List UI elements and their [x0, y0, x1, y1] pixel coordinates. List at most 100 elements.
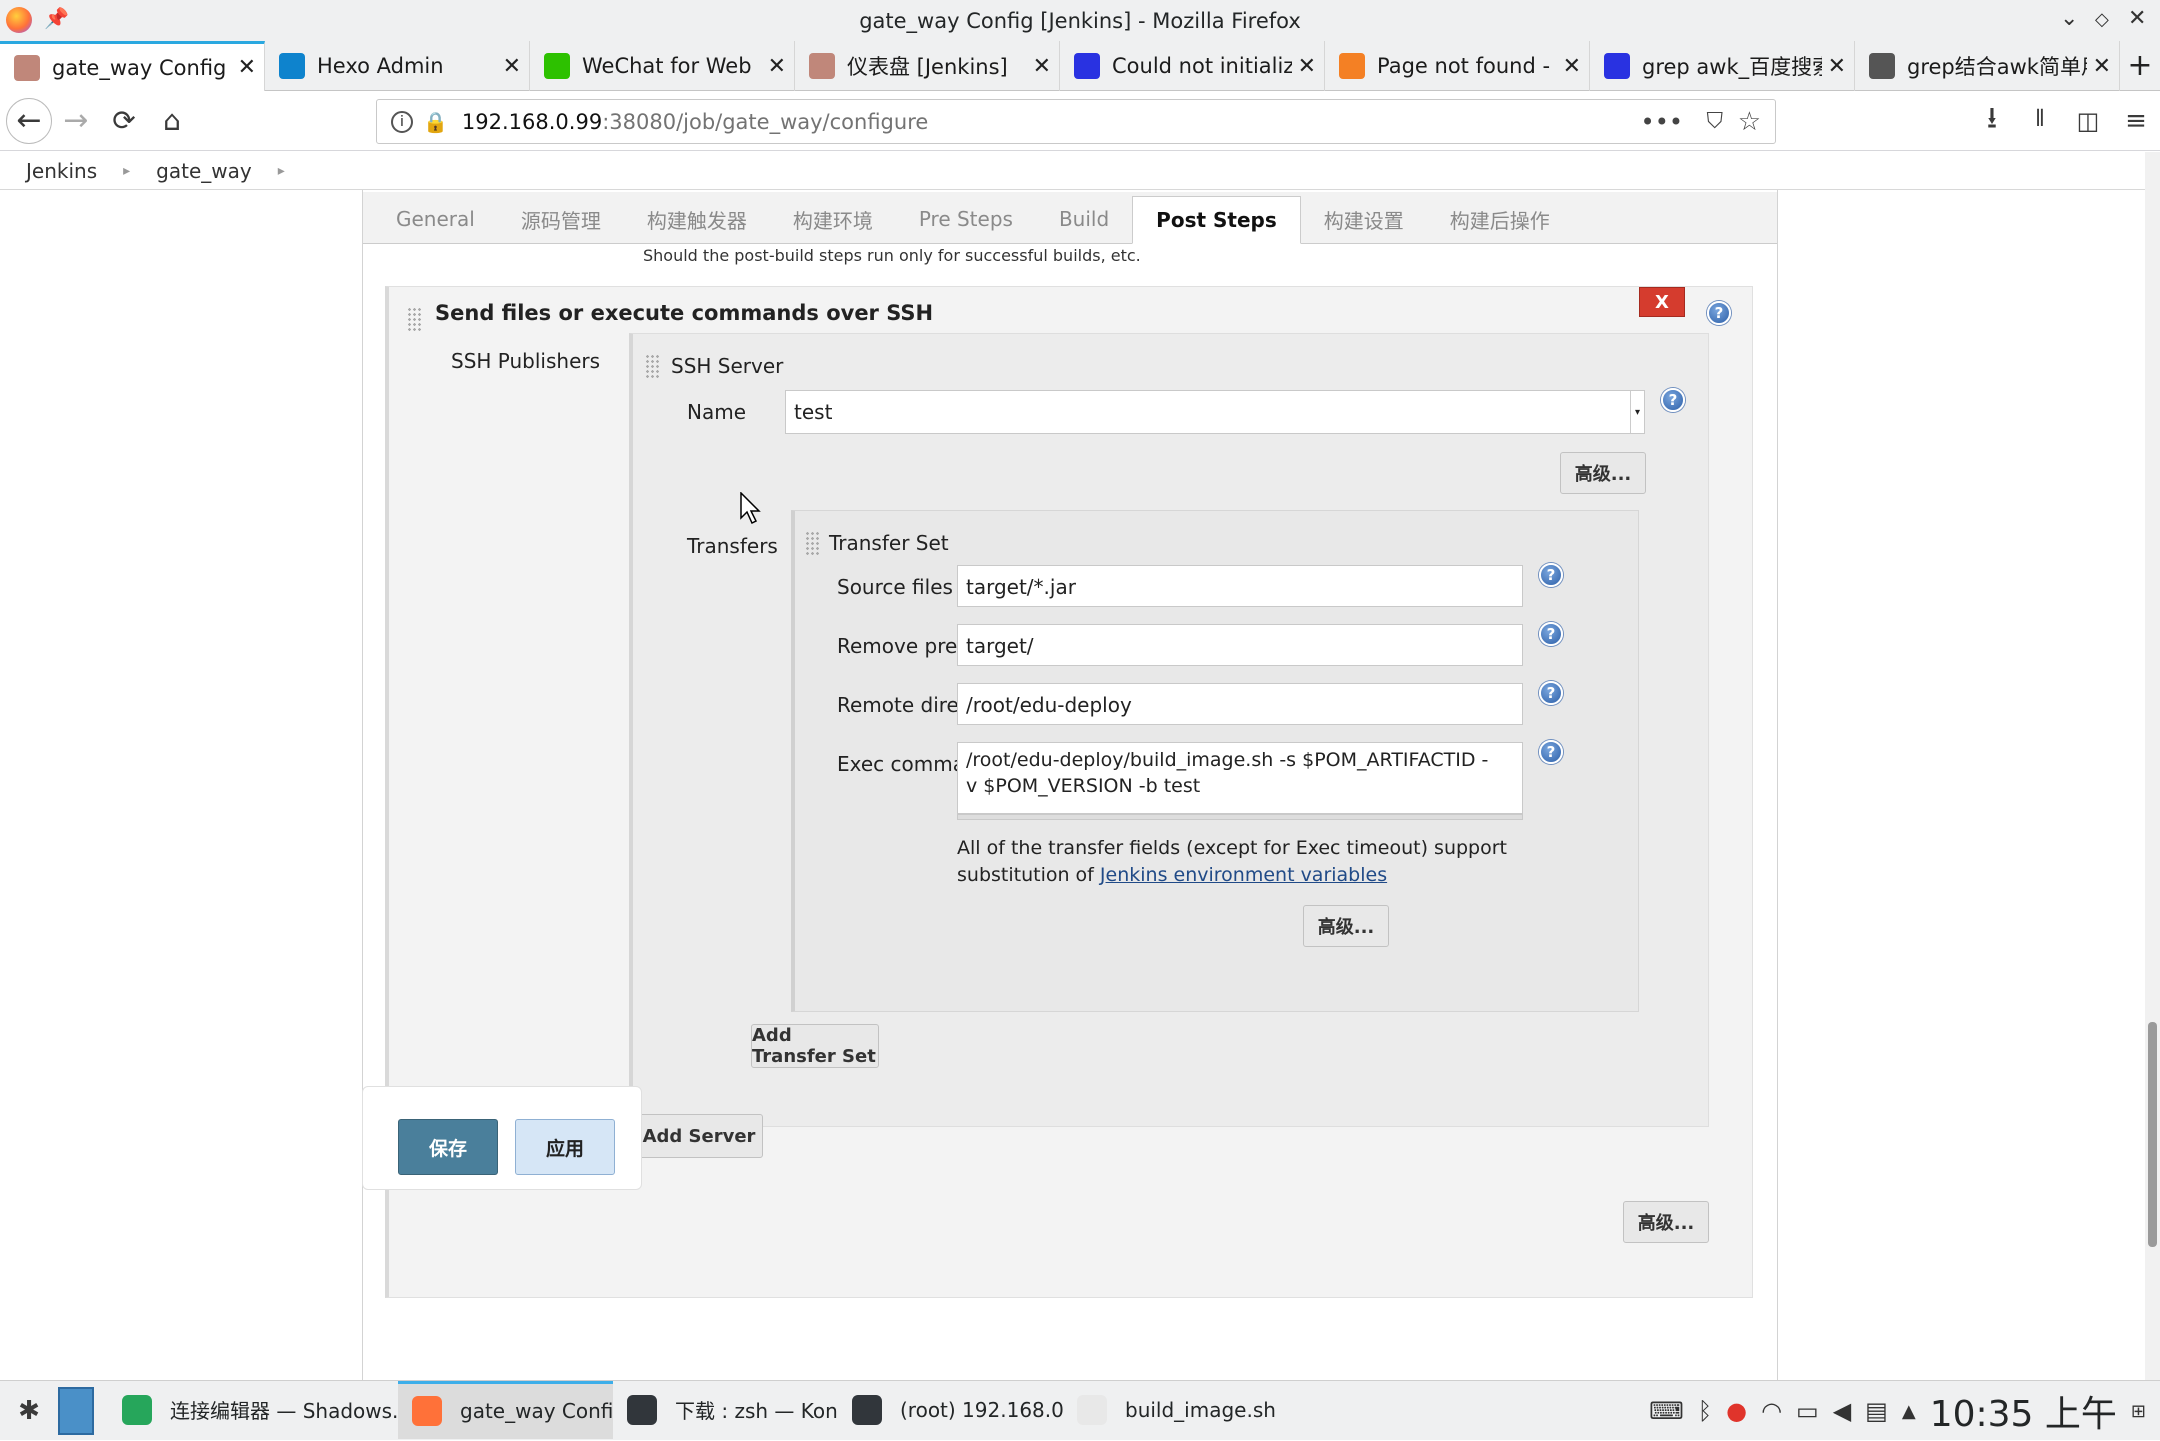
downloads-icon[interactable]: ⭳ [1968, 97, 2016, 145]
tab-close-icon[interactable]: ✕ [768, 54, 786, 79]
config-tab[interactable]: 源码管理 [498, 195, 624, 243]
battery-icon[interactable]: ▭ [1796, 1397, 1819, 1425]
config-tab[interactable]: General [373, 195, 498, 243]
browser-tab-label: Hexo Admin [317, 54, 444, 78]
taskbar-app-icon [1077, 1394, 1107, 1425]
taskbar-item[interactable]: build_image.sh — Kate [1063, 1381, 1283, 1439]
taskbar-item-label: 连接编辑器 — Shadows... [170, 1399, 398, 1423]
drag-handle-icon[interactable] [407, 307, 421, 333]
textarea-resize-handle[interactable] [957, 814, 1523, 820]
back-icon[interactable]: ← [6, 97, 52, 144]
add-transfer-set-button[interactable]: Add Transfer Set [751, 1024, 879, 1068]
config-tab[interactable]: 构建后操作 [1427, 195, 1573, 243]
breadcrumb-jenkins[interactable]: Jenkins [26, 159, 97, 183]
tray-expand-icon[interactable]: ▲ [1902, 1401, 1916, 1422]
new-tab-icon[interactable]: + [2120, 41, 2160, 90]
taskbar-item[interactable]: 连接编辑器 — Shadows... [108, 1381, 398, 1439]
system-tray: ⌨ ᛒ ● ◠ ▭ ◀ ▤ ▲ 10:35 上午 ⊞ [1649, 1381, 2160, 1441]
config-tab[interactable]: 构建触发器 [624, 195, 770, 243]
pocket-icon[interactable]: ⛉ [1706, 109, 1723, 134]
taskbar-item[interactable]: gate_way Config [Jenki... [398, 1380, 613, 1439]
taskbar-item-label: 下载 : zsh — Konsole [675, 1399, 838, 1423]
advanced-button[interactable]: 高级... [1560, 452, 1646, 494]
tab-close-icon[interactable]: ✕ [503, 54, 521, 79]
forward-icon[interactable]: → [52, 97, 100, 145]
browser-tab[interactable]: grep结合awk简单用 ✕ [1855, 41, 2120, 91]
browser-tab[interactable]: 仪表盘 [Jenkins] ✕ [795, 41, 1060, 91]
breadcrumb-job[interactable]: gate_way [156, 159, 252, 183]
remote-directory-input[interactable]: /root/edu-deploy [957, 683, 1523, 725]
bookmark-star-icon[interactable]: ☆ [1738, 107, 1761, 137]
desktop-pager-icon[interactable] [58, 1386, 94, 1435]
tab-close-icon[interactable]: ✕ [238, 55, 256, 80]
window-close-icon[interactable]: ✕ [2128, 6, 2146, 31]
library-icon[interactable]: 𝍪 [2016, 97, 2064, 145]
show-desktop-icon[interactable]: ⊞ [2131, 1401, 2146, 1422]
tab-close-icon[interactable]: ✕ [1033, 54, 1051, 79]
breadcrumb-arrow-icon[interactable]: ▸ [123, 163, 130, 179]
volume-icon[interactable]: ◀ [1833, 1397, 1851, 1425]
reload-icon[interactable]: ⟳ [100, 97, 148, 145]
browser-tab[interactable]: Could not initialize ✕ [1060, 41, 1325, 91]
delete-step-button[interactable]: X [1639, 287, 1685, 317]
help-icon[interactable]: ? [1539, 681, 1563, 705]
taskbar-item[interactable]: 下载 : zsh — Konsole [613, 1381, 838, 1439]
config-tab[interactable]: Build [1036, 195, 1132, 243]
config-tab[interactable]: Pre Steps [896, 195, 1036, 243]
save-button[interactable]: 保存 [398, 1119, 498, 1175]
taskbar-item[interactable]: (root) 192.168.0.99 — K... [838, 1381, 1063, 1439]
remove-prefix-input[interactable]: target/ [957, 624, 1523, 666]
tab-close-icon[interactable]: ✕ [1563, 54, 1581, 79]
config-tab[interactable]: 构建设置 [1301, 195, 1427, 243]
browser-tab[interactable]: gate_way Config [Jenkins]✕ [0, 41, 265, 91]
env-vars-link[interactable]: Jenkins environment variables [1100, 864, 1387, 886]
ssh-server-title: SSH Server [671, 354, 784, 378]
dropdown-arrow-icon[interactable]: ▾ [1630, 391, 1644, 433]
config-tab[interactable]: Post Steps [1132, 196, 1301, 244]
help-icon[interactable]: ? [1539, 622, 1563, 646]
add-server-button[interactable]: Add Server [635, 1114, 763, 1158]
sidebar-icon[interactable]: ◫ [2064, 97, 2112, 145]
minimize-icon[interactable]: ⌄ [2060, 6, 2078, 31]
help-icon[interactable]: ? [1707, 301, 1731, 325]
page-actions-icon[interactable]: ••• [1641, 108, 1683, 136]
app-launcher-icon[interactable]: ✱ [4, 1387, 54, 1435]
home-icon[interactable]: ⌂ [148, 97, 196, 145]
maximize-icon[interactable]: ◇ [2095, 9, 2109, 30]
apply-button[interactable]: 应用 [515, 1119, 615, 1175]
clipboard-icon[interactable]: ▤ [1865, 1397, 1888, 1425]
menu-icon[interactable]: ≡ [2112, 97, 2160, 145]
source-files-input[interactable]: target/*.jar [957, 565, 1523, 607]
bluetooth-icon[interactable]: ᛒ [1698, 1397, 1712, 1425]
page-scrollbar[interactable] [2145, 152, 2160, 1380]
help-icon[interactable]: ? [1539, 563, 1563, 587]
scrollbar-thumb[interactable] [2148, 1022, 2157, 1247]
keyboard-icon[interactable]: ⌨ [1649, 1397, 1684, 1425]
browser-tab[interactable]: WeChat for Web ✕ [530, 41, 795, 91]
server-name-select[interactable]: test ▾ [785, 390, 1645, 434]
browser-tab[interactable]: Page not found - St✕ [1325, 41, 1590, 91]
drag-handle-icon[interactable] [805, 531, 819, 557]
browser-tab[interactable]: grep awk_百度搜索 ✕ [1590, 41, 1855, 91]
tab-close-icon[interactable]: ✕ [1298, 54, 1316, 79]
help-icon[interactable]: ? [1539, 740, 1563, 764]
insecure-lock-icon: 🔒 [423, 109, 448, 134]
config-tab[interactable]: 构建环境 [770, 195, 896, 243]
wifi-icon[interactable]: ◠ [1761, 1397, 1782, 1425]
transfer-advanced-button[interactable]: 高级... [1303, 905, 1389, 947]
drag-handle-icon[interactable] [645, 354, 659, 380]
exec-command-textarea[interactable]: /root/edu-deploy/build_image.sh -s $POM_… [957, 742, 1523, 814]
tab-close-icon[interactable]: ✕ [2093, 54, 2111, 79]
ghost-app-icon[interactable]: ● [1726, 1397, 1747, 1425]
breadcrumb-arrow-icon[interactable]: ▸ [278, 163, 285, 179]
baidu-icon [1604, 53, 1630, 79]
info-icon[interactable]: i [391, 110, 413, 133]
section-advanced-button[interactable]: 高级... [1623, 1201, 1709, 1243]
firefox-icon [6, 7, 32, 33]
browser-tab[interactable]: Hexo Admin ✕ [265, 41, 530, 91]
clock[interactable]: 10:35 上午 [1930, 1385, 2117, 1437]
pin-icon[interactable]: 📌 [44, 6, 69, 30]
help-icon[interactable]: ? [1661, 388, 1685, 412]
tab-close-icon[interactable]: ✕ [1828, 54, 1846, 79]
url-bar[interactable]: i 🔒 192.168.0.99:38080/job/gate_way/conf… [376, 99, 1776, 144]
